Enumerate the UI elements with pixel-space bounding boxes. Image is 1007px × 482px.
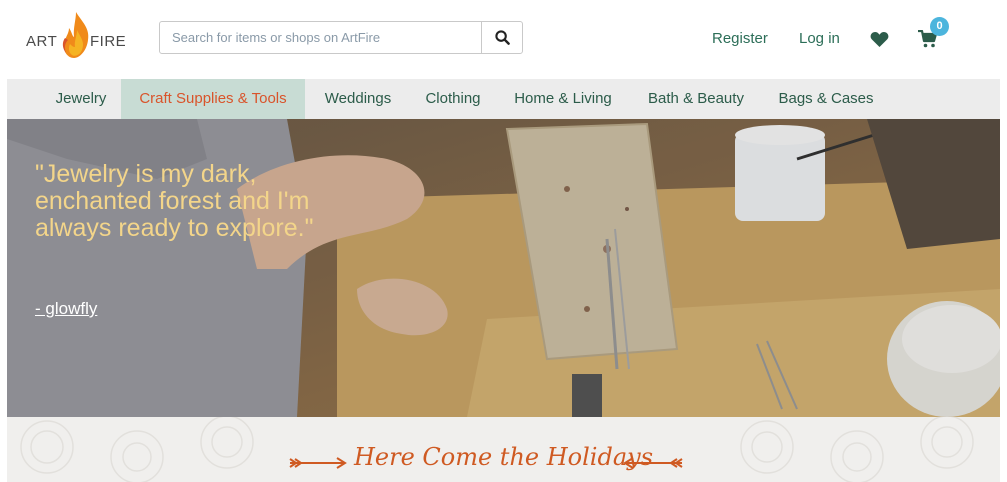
search-bar — [159, 21, 523, 54]
nav-jewelry[interactable]: Jewelry — [51, 79, 111, 119]
hero-quote-author-link[interactable]: - glowfly — [35, 299, 97, 319]
login-link[interactable]: Log in — [799, 30, 840, 47]
category-nav: Jewelry Craft Supplies & Tools Weddings … — [7, 79, 1000, 119]
search-icon — [494, 30, 510, 45]
banner-title: Here Come the Holidays — [353, 443, 654, 471]
site-header: ART FIRE Register Log in 0 — [0, 0, 1007, 79]
flame-logo-icon — [62, 12, 89, 58]
nav-bath-beauty[interactable]: Bath & Beauty — [644, 79, 748, 119]
register-link[interactable]: Register — [712, 30, 768, 47]
hero-quote: "Jewelry is my dark, enchanted forest an… — [35, 160, 314, 242]
logo-text-art: ART — [26, 33, 58, 50]
nav-bags-cases[interactable]: Bags & Cases — [775, 79, 877, 119]
holidays-banner[interactable]: Here Come the Holidays — [7, 417, 1000, 482]
nav-home-living[interactable]: Home & Living — [511, 79, 615, 119]
nav-clothing[interactable]: Clothing — [422, 79, 484, 119]
nav-craft-supplies-tools[interactable]: Craft Supplies & Tools — [121, 79, 305, 119]
search-input[interactable] — [160, 22, 484, 53]
artfire-logo[interactable]: ART FIRE — [26, 10, 130, 60]
hero-banner[interactable]: "Jewelry is my dark, enchanted forest an… — [7, 119, 1000, 417]
heart-icon[interactable] — [870, 31, 889, 48]
cart-count-badge: 0 — [930, 17, 949, 36]
nav-weddings[interactable]: Weddings — [321, 79, 395, 119]
search-button[interactable] — [481, 22, 522, 53]
logo-text-fire: FIRE — [90, 33, 127, 50]
